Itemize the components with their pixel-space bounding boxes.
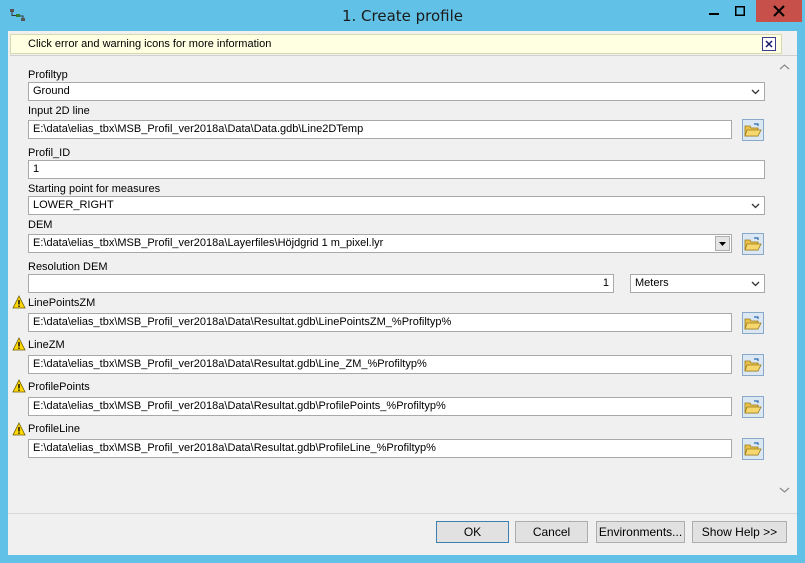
browse-input-line-button[interactable] xyxy=(742,119,764,141)
info-bar: Click error and warning icons for more i… xyxy=(10,34,782,54)
folder-icon xyxy=(744,357,762,371)
minimize-button[interactable] xyxy=(701,0,727,22)
scroll-up-icon[interactable] xyxy=(779,63,790,71)
ok-button[interactable]: OK xyxy=(436,521,509,543)
input-line-field[interactable]: E:\data\elias_tbx\MSB_Profil_ver2018a\Da… xyxy=(28,120,732,139)
minimize-icon xyxy=(709,13,719,15)
environments-button[interactable]: Environments... xyxy=(596,521,685,543)
info-text: Click error and warning icons for more i… xyxy=(28,38,272,50)
label-profileline: ProfileLine xyxy=(28,423,80,435)
label-starting-point: Starting point for measures xyxy=(28,183,161,195)
linepointszm-field[interactable]: E:\data\elias_tbx\MSB_Profil_ver2018a\Da… xyxy=(28,313,732,332)
folder-icon xyxy=(744,441,762,455)
warning-icon[interactable] xyxy=(12,337,26,351)
label-profiltyp: Profiltyp xyxy=(28,69,68,81)
label-linepointszm: LinePointsZM xyxy=(28,297,96,309)
window-title: 1. Create profile xyxy=(341,7,464,25)
triangle-down-icon xyxy=(719,242,726,246)
folder-icon xyxy=(744,236,762,250)
chevron-down-icon xyxy=(751,203,760,209)
info-close-button[interactable] xyxy=(762,37,776,51)
close-icon xyxy=(765,40,773,48)
resolution-field[interactable]: 1 xyxy=(28,274,614,293)
label-linezm: LineZM xyxy=(28,339,65,351)
dialog-window: 1. Create profile Click error and warnin… xyxy=(0,0,805,563)
profileline-field[interactable]: E:\data\elias_tbx\MSB_Profil_ver2018a\Da… xyxy=(28,439,732,458)
label-resolution-dem: Resolution DEM xyxy=(28,261,108,273)
folder-icon xyxy=(744,399,762,413)
chevron-down-icon xyxy=(751,281,760,287)
chevron-down-icon xyxy=(751,89,760,95)
show-help-button[interactable]: Show Help >> xyxy=(692,521,787,543)
dialog-client: Click error and warning icons for more i… xyxy=(8,31,797,555)
profiltyp-dropdown[interactable]: Ground xyxy=(28,82,765,101)
linezm-field[interactable]: E:\data\elias_tbx\MSB_Profil_ver2018a\Da… xyxy=(28,355,732,374)
cancel-button[interactable]: Cancel xyxy=(515,521,588,543)
browse-linepointszm-button[interactable] xyxy=(742,312,764,334)
browse-profileline-button[interactable] xyxy=(742,438,764,460)
label-input-2d-line: Input 2D line xyxy=(28,105,90,117)
dem-value: E:\data\elias_tbx\MSB_Profil_ver2018a\La… xyxy=(33,237,384,249)
starting-point-dropdown[interactable]: LOWER_RIGHT xyxy=(28,196,765,215)
parameters-panel[interactable]: Profiltyp Ground Input 2D line E:\data\e… xyxy=(10,55,797,511)
resolution-unit-dropdown[interactable]: Meters xyxy=(630,274,765,293)
maximize-button[interactable] xyxy=(727,0,753,22)
browse-linezm-button[interactable] xyxy=(742,354,764,376)
warning-icon[interactable] xyxy=(12,379,26,393)
folder-icon xyxy=(744,122,762,136)
close-icon xyxy=(773,5,785,17)
profil-id-field[interactable]: 1 xyxy=(28,160,765,179)
warning-icon[interactable] xyxy=(12,422,26,436)
browse-profilepoints-button[interactable] xyxy=(742,396,764,418)
folder-icon xyxy=(744,315,762,329)
title-bar[interactable]: 1. Create profile xyxy=(0,0,805,31)
scroll-down-icon[interactable] xyxy=(779,486,790,494)
browse-dem-button[interactable] xyxy=(742,233,764,255)
dem-combobox[interactable]: E:\data\elias_tbx\MSB_Profil_ver2018a\La… xyxy=(28,234,732,253)
warning-icon[interactable] xyxy=(12,295,26,309)
dem-dropdown-button[interactable] xyxy=(715,236,730,251)
profilepoints-field[interactable]: E:\data\elias_tbx\MSB_Profil_ver2018a\Da… xyxy=(28,397,732,416)
label-dem: DEM xyxy=(28,219,53,231)
maximize-icon xyxy=(735,6,745,16)
footer-separator xyxy=(8,513,797,514)
resolution-unit-value: Meters xyxy=(635,277,669,289)
close-button[interactable] xyxy=(756,0,802,22)
label-profil-id: Profil_ID xyxy=(28,147,71,159)
profiltyp-value: Ground xyxy=(33,85,70,97)
starting-point-value: LOWER_RIGHT xyxy=(33,199,114,211)
label-profilepoints: ProfilePoints xyxy=(28,381,90,393)
